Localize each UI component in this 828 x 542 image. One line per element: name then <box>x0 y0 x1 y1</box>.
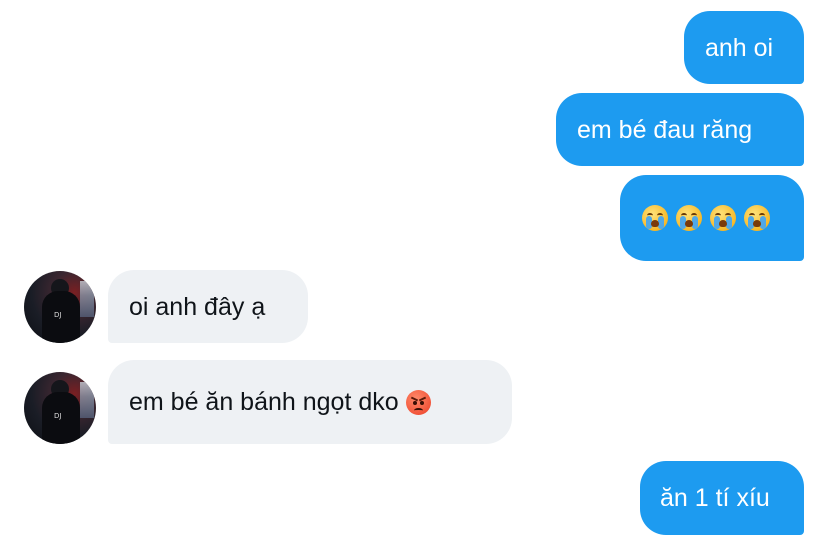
avatar-background <box>80 382 94 418</box>
incoming-message[interactable]: oi anh đây ạ <box>108 270 308 343</box>
message-text: em bé đau răng <box>577 115 753 144</box>
outgoing-message[interactable]: anh oi <box>684 11 804 84</box>
loudly-crying-face-icon <box>642 205 668 231</box>
loudly-crying-face-icon <box>744 205 770 231</box>
outgoing-message[interactable]: em bé đau răng <box>556 93 804 166</box>
outgoing-message[interactable]: ăn 1 tí xíu <box>640 461 804 535</box>
outgoing-message[interactable] <box>620 175 804 261</box>
loudly-crying-face-icon <box>676 205 702 231</box>
avatar-logo: DJ <box>54 412 62 420</box>
avatar-logo: DJ <box>54 311 62 319</box>
avatar[interactable]: DJ <box>24 372 96 444</box>
emoji-row <box>642 205 770 231</box>
message-text: em bé ăn bánh ngọt dko <box>129 388 399 416</box>
chat-thread: anh oi em bé đau răng DJ oi anh đây ạ DJ… <box>0 0 828 542</box>
loudly-crying-face-icon <box>710 205 736 231</box>
avatar[interactable]: DJ <box>24 271 96 343</box>
angry-face-icon <box>405 389 431 415</box>
message-text: oi anh đây ạ <box>129 292 266 321</box>
avatar-background <box>80 281 94 317</box>
message-text: ăn 1 tí xíu <box>660 484 770 512</box>
message-text: anh oi <box>705 33 774 62</box>
incoming-message[interactable]: em bé ăn bánh ngọt dko <box>108 360 512 444</box>
